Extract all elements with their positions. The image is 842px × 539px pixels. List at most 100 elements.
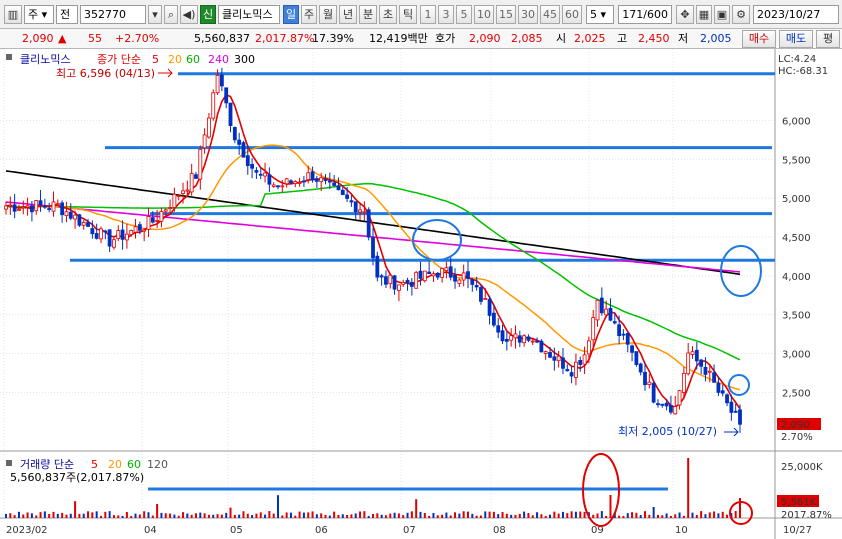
sector-select[interactable]: 전 [56,5,78,24]
volume-bar [583,511,586,518]
count-total: /600 [643,8,668,21]
count-display[interactable]: 171/600 [618,5,672,24]
interval-3[interactable]: 3 [438,5,454,24]
code-input[interactable]: 352770 [80,5,146,24]
count-select[interactable]: 5 ▾ [586,5,614,24]
period-second[interactable]: 초 [379,5,397,24]
volume-bar [328,515,331,518]
change-value: 55 [88,32,102,45]
interval-30[interactable]: 30 [518,5,538,24]
bid-value: 2,090 [469,32,501,45]
candle-body [228,102,233,126]
eval-button[interactable]: 평 [816,30,840,48]
new-badge-label: 신 [202,8,214,21]
period-week-label: 주 [303,8,315,21]
candle-body [539,340,544,353]
candle-body [150,217,155,223]
volume-bar [415,499,418,518]
price-tick: 6,000 [782,116,811,127]
speaker-icon[interactable]: ◀) [180,5,198,24]
high-value: 2,450 [638,32,670,45]
crosshair-icon[interactable]: ✥ [676,5,694,24]
candle-body [77,214,82,226]
volume-bar [510,514,513,518]
legend-title: 클리노믹스 [20,53,71,66]
period-month[interactable]: 월 [319,5,337,24]
candle-body [457,279,462,284]
interval-60[interactable]: 60 [562,5,582,24]
candle-body [68,211,73,219]
candle-body [362,211,367,214]
volume-bar [618,515,621,518]
candle-body [487,298,492,316]
code-dropdown-icon[interactable]: ▾ [148,5,162,24]
volume-bar [600,511,603,518]
period-day[interactable]: 일 [283,5,299,24]
candle-body [388,274,393,285]
volume-bar [639,515,642,518]
window-icon[interactable]: ▥ [4,5,22,24]
candle-body [258,173,263,176]
volume-bar [700,511,703,518]
period-year[interactable]: 년 [339,5,357,24]
candle-body [591,317,596,341]
interval-5-label: 5 [460,8,468,21]
volume-bar [393,512,396,518]
volume-bar [5,513,7,518]
chart-window: { "toolbar":{ "market":"주","sector":"전",… [0,0,842,539]
date-input[interactable]: 2023/10/27 [753,5,839,24]
volume-bar [674,514,677,518]
volume-bar [726,514,729,518]
price-tick: 3,000 [782,350,811,361]
period-minute[interactable]: 분 [359,5,377,24]
volume-bar [739,498,741,518]
candle-body [453,274,457,282]
volume-bar [432,512,435,518]
candle-body [707,370,712,373]
interval-10[interactable]: 10 [474,5,494,24]
volume-bar [35,515,38,518]
volume-bar [259,512,262,518]
volume-bar [95,511,98,518]
period-year-label: 년 [342,8,354,21]
grid-icon[interactable]: ▦ [696,5,712,24]
volume-bar [169,513,172,518]
settings-icon[interactable]: ⚙ [732,5,750,24]
market-select[interactable]: 주 ▾ [24,5,54,24]
volume-bar [272,513,275,518]
candle-body [643,371,647,386]
low-annotation: 최저 2,005 (10/27) [618,425,717,438]
volume-bar [372,513,374,518]
volume-bar [65,514,68,518]
candle-body [647,381,652,386]
volume-legend-ma20: 20 [108,458,122,471]
volume-bar [315,514,318,518]
volume-bar [216,514,219,518]
candle-body [483,297,488,300]
sell-label: 매도 [785,32,807,45]
candle-body [207,117,211,138]
volume-bar [669,515,672,518]
sell-button[interactable]: 매도 [779,30,813,48]
volume-bar [570,511,573,518]
interval-60-label: 60 [565,8,579,21]
legend-ma300: 300 [234,53,255,66]
volume-bar [17,511,20,518]
candle-body [703,366,708,375]
buy-button[interactable]: 매수 [742,30,776,48]
interval-15[interactable]: 15 [496,5,516,24]
interval-45[interactable]: 45 [540,5,560,24]
candle-body [405,279,410,284]
interval-5[interactable]: 5 [456,5,472,24]
candle-body [120,229,125,240]
search-icon[interactable]: ⌕ [164,5,178,24]
save-icon[interactable]: ▣ [714,5,730,24]
period-tick[interactable]: 틱 [399,5,417,24]
interval-1[interactable]: 1 [420,5,436,24]
candle-body [17,209,21,211]
volume-bar [648,514,651,518]
volume-bar [186,513,189,518]
period-week[interactable]: 주 [301,5,317,24]
market-label: 주 [28,8,39,21]
volume-bar [609,495,612,518]
